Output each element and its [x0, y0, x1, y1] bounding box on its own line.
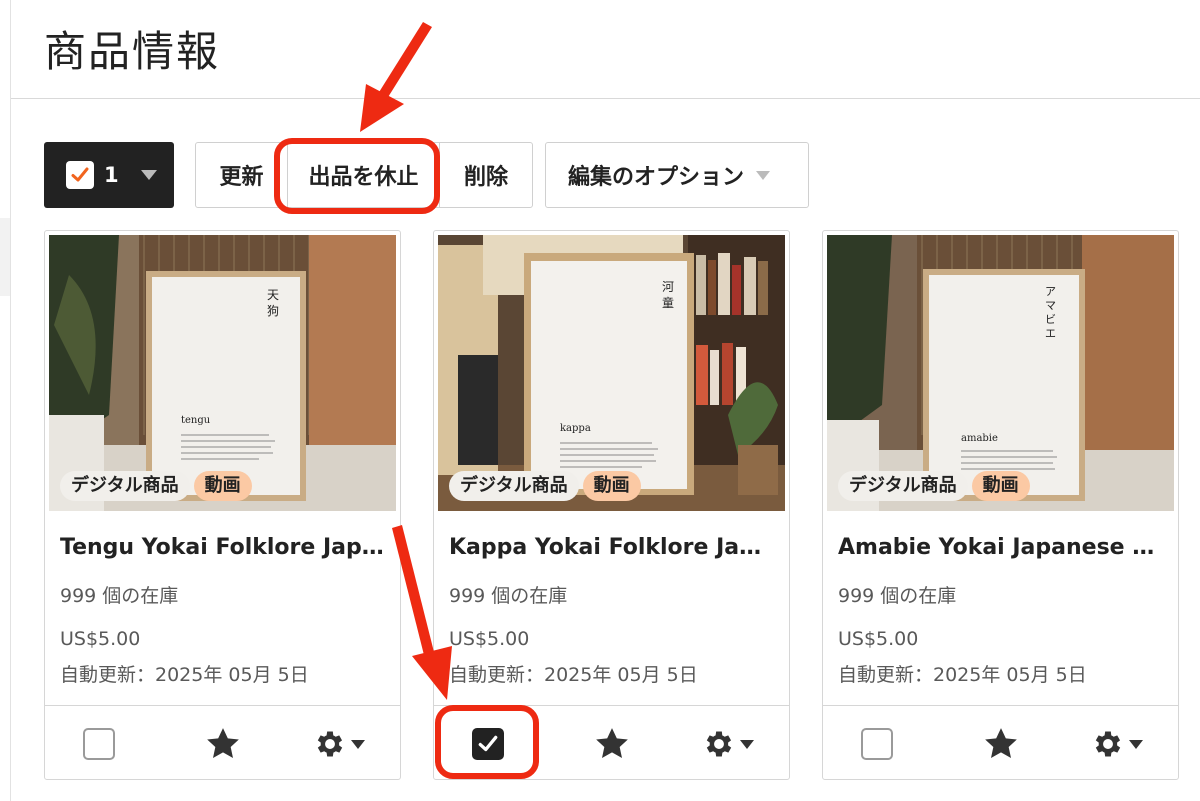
bulk-select-dropdown[interactable]: 1 — [44, 142, 174, 208]
edit-options-label: 編集のオプション — [568, 165, 745, 190]
checkbox-checked-icon — [66, 161, 94, 189]
listing-price: US$5.00 — [449, 628, 530, 650]
delete-button[interactable]: 削除 — [440, 143, 532, 207]
gear-menu-button[interactable] — [1091, 724, 1155, 764]
star-icon[interactable] — [981, 724, 1021, 764]
caret-down-icon — [140, 170, 157, 180]
listing-checkbox[interactable] — [861, 728, 893, 760]
badge-row: デジタル商品 動画 — [449, 471, 641, 501]
svg-text:amabie: amabie — [961, 433, 998, 444]
svg-text:河: 河 — [662, 280, 674, 294]
digital-badge: デジタル商品 — [449, 471, 579, 501]
listing-stock: 999 個の在庫 — [449, 585, 568, 607]
svg-text:マ: マ — [1045, 299, 1056, 312]
listing-title[interactable]: Amabie Yokai Japanese La… — [838, 531, 1163, 565]
svg-text:kappa: kappa — [560, 423, 591, 434]
digital-badge: デジタル商品 — [60, 471, 190, 501]
listing-stock: 999 個の在庫 — [60, 585, 179, 607]
listing-card: 河 童 kappa デジタル商品 動画 Kappa Yokai Folklore… — [433, 230, 790, 780]
svg-text:ア: ア — [1045, 285, 1056, 298]
listing-auto-renew: 自動更新：2025年 05月 5日 — [60, 664, 309, 686]
listing-thumbnail[interactable]: 天 狗 tengu デジタル商品 動画 — [49, 235, 396, 511]
svg-text:ビ: ビ — [1045, 313, 1056, 326]
svg-text:狗: 狗 — [267, 304, 279, 318]
highlight-deactivate — [274, 138, 440, 214]
gear-menu-button[interactable] — [313, 724, 377, 764]
svg-text:エ: エ — [1045, 327, 1056, 340]
gear-icon — [1095, 731, 1121, 757]
listing-stock: 999 個の在庫 — [838, 585, 957, 607]
highlight-checkbox — [435, 705, 539, 779]
listing-title[interactable]: Tengu Yokai Folklore Japa… — [60, 531, 385, 565]
star-icon[interactable] — [592, 724, 632, 764]
digital-badge: デジタル商品 — [838, 471, 968, 501]
listing-card: 天 狗 tengu デジタル商品 動画 Tengu Yokai Folklore… — [44, 230, 401, 780]
side-panel-edge — [0, 218, 10, 296]
listing-thumbnail[interactable]: 河 童 kappa デジタル商品 動画 — [438, 235, 785, 511]
badge-row: デジタル商品 動画 — [838, 471, 1030, 501]
card-footer — [45, 705, 400, 779]
selected-count: 1 — [104, 163, 119, 187]
listing-checkbox[interactable] — [83, 728, 115, 760]
caret-down-icon — [756, 170, 771, 180]
header-divider — [11, 98, 1200, 99]
svg-text:tengu: tengu — [181, 415, 211, 426]
svg-text:童: 童 — [662, 295, 674, 310]
caret-down-icon — [740, 739, 754, 749]
arrow-head-top — [360, 84, 404, 132]
video-badge: 動画 — [971, 471, 1030, 501]
svg-text:天: 天 — [267, 288, 279, 302]
gear-icon — [706, 731, 732, 757]
gear-menu-button[interactable] — [702, 724, 766, 764]
listing-price: US$5.00 — [838, 628, 919, 650]
card-footer — [823, 705, 1178, 779]
listing-auto-renew: 自動更新：2025年 05月 5日 — [838, 664, 1087, 686]
side-divider — [10, 0, 11, 801]
video-badge: 動画 — [582, 471, 641, 501]
caret-down-icon — [351, 739, 365, 749]
arrow-shaft-top — [376, 22, 432, 102]
listing-price: US$5.00 — [60, 628, 141, 650]
star-icon[interactable] — [203, 724, 243, 764]
listing-thumbnail[interactable]: ア マ ビ エ amabie デジタル商品 動画 — [827, 235, 1174, 511]
listing-title[interactable]: Kappa Yokai Folklore Japa… — [449, 531, 774, 565]
edit-options-dropdown[interactable]: 編集のオプション — [545, 142, 809, 208]
gear-icon — [317, 731, 343, 757]
badge-row: デジタル商品 動画 — [60, 471, 252, 501]
page-title: 商品情報 — [44, 27, 221, 76]
caret-down-icon — [1129, 739, 1143, 749]
video-badge: 動画 — [193, 471, 252, 501]
listing-auto-renew: 自動更新：2025年 05月 5日 — [449, 664, 698, 686]
listing-card: ア マ ビ エ amabie デジタル商品 動画 Amabie Yokai Ja… — [822, 230, 1179, 780]
